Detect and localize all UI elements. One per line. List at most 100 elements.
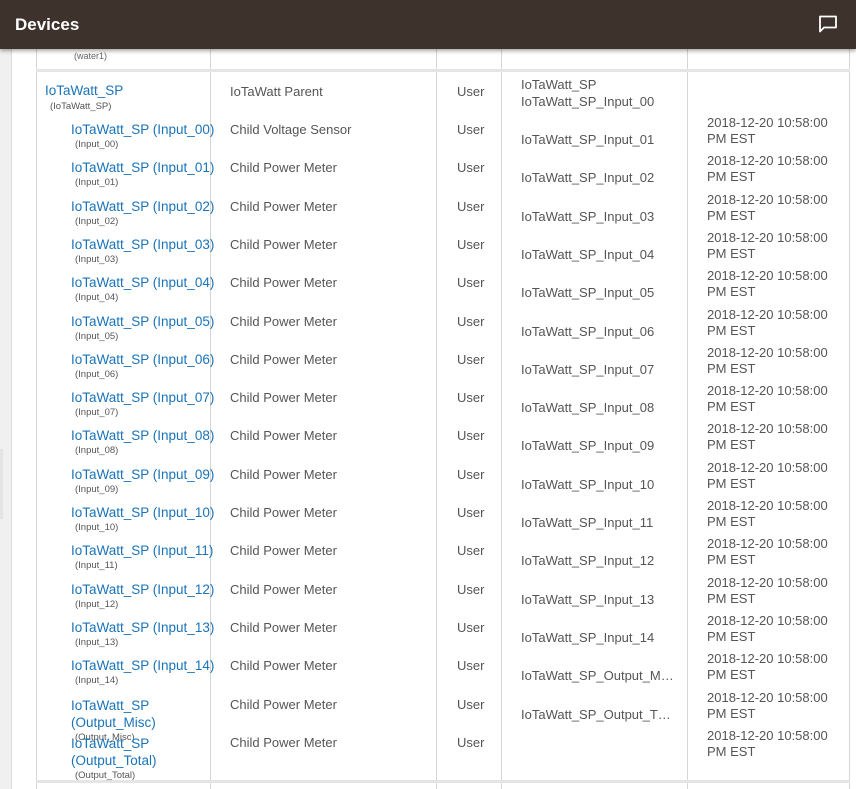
device-source: User bbox=[457, 505, 485, 520]
last-activity: 2018-12-20 10:58:00 PM EST bbox=[707, 727, 828, 759]
child-device-entry: IoTaWatt_SP_Input_11 bbox=[521, 515, 654, 530]
parent-children-label: IoTaWatt_SP bbox=[521, 77, 597, 92]
last-activity: 2018-12-20 10:58:00 PM EST bbox=[707, 115, 828, 146]
device-type: Child Power Meter bbox=[230, 160, 337, 176]
device-link[interactable]: IoTaWatt_SP (Input_01) bbox=[71, 160, 214, 175]
device-type: Child Power Meter bbox=[230, 198, 337, 214]
child-device-entry: IoTaWatt_SP_Input_14 bbox=[521, 629, 655, 645]
device-type: Child Power Meter bbox=[230, 505, 337, 520]
device-type: Child Power Meter bbox=[230, 236, 337, 252]
last-activity: 2018-12-20 10:58:00 PM EST bbox=[707, 689, 828, 721]
device-link[interactable]: IoTaWatt_SP (Input_04) bbox=[71, 275, 214, 290]
device-dni: (Input_14) bbox=[75, 675, 119, 687]
device-link[interactable]: IoTaWatt_SP bbox=[71, 698, 149, 713]
device-type: Child Power Meter bbox=[230, 275, 337, 291]
device-source: User bbox=[457, 390, 485, 406]
left-gutter bbox=[0, 49, 11, 789]
device-type: Child Power Meter bbox=[230, 390, 337, 406]
device-source: User bbox=[457, 236, 485, 252]
child-device-entry: IoTaWatt_SP_Input_07 bbox=[521, 361, 655, 377]
device-type: Child Power Meter bbox=[230, 696, 337, 712]
device-dni: (Input_01) bbox=[75, 177, 119, 189]
device-source: User bbox=[457, 122, 485, 137]
device-type: Child Power Meter bbox=[230, 466, 337, 482]
device-dni: (Input_05) bbox=[75, 330, 119, 342]
device-type: Child Power Meter bbox=[230, 351, 337, 367]
child-device-entry: IoTaWatt_SP_Input_06 bbox=[521, 323, 655, 339]
device-source: User bbox=[457, 275, 485, 291]
device-dni: (Output_Total) bbox=[75, 769, 136, 781]
device-link[interactable]: IoTaWatt_SP (Input_10) bbox=[71, 505, 214, 520]
device-link[interactable]: IoTaWatt_SP (Input_08) bbox=[71, 428, 214, 443]
device-type: Child Power Meter bbox=[230, 619, 337, 635]
device-dni: (Input_07) bbox=[75, 407, 119, 419]
device-source: User bbox=[457, 466, 485, 482]
device-dni: (Input_10) bbox=[75, 522, 119, 533]
last-activity: 2018-12-20 10:58:00 PM EST bbox=[707, 268, 828, 300]
device-source: User bbox=[457, 160, 485, 176]
app-bar: Devices bbox=[0, 0, 856, 49]
child-device-entry: IoTaWatt_SP_Output_T… bbox=[521, 706, 671, 722]
device-link[interactable]: IoTaWatt_SP (Input_12) bbox=[71, 582, 214, 597]
device-link[interactable]: IoTaWatt_SP (Input_14) bbox=[71, 658, 214, 673]
device-dni: (Input_13) bbox=[75, 636, 119, 648]
child-device-entry: IoTaWatt_SP_Input_08 bbox=[521, 400, 655, 416]
last-activity: 2018-12-20 10:58:00 PM EST bbox=[707, 153, 828, 185]
previous-row-dni: (water1) bbox=[74, 51, 108, 61]
device-type: Child Power Meter bbox=[230, 313, 337, 329]
device-source: User bbox=[457, 734, 485, 750]
device-link[interactable]: IoTaWatt_SP (Input_06) bbox=[71, 352, 214, 367]
last-activity: 2018-12-20 10:58:00 PM EST bbox=[707, 383, 828, 415]
child-device-entry: IoTaWatt_SP_Input_12 bbox=[521, 553, 655, 569]
child-device-entry: IoTaWatt_SP_Input_01 bbox=[521, 132, 655, 147]
device-source: User bbox=[457, 543, 485, 559]
device-link[interactable]: IoTaWatt_SP (Input_09) bbox=[71, 467, 214, 482]
child-device-entry: IoTaWatt_SP_Input_03 bbox=[521, 208, 655, 224]
parent-device-link[interactable]: IoTaWatt_SP bbox=[45, 83, 123, 98]
last-activity: 2018-12-20 10:58:00 PM EST bbox=[707, 536, 828, 568]
device-link[interactable]: IoTaWatt_SP bbox=[71, 736, 149, 751]
device-link[interactable]: IoTaWatt_SP (Input_03) bbox=[71, 237, 214, 252]
device-link-line2[interactable]: (Output_Total) bbox=[71, 753, 157, 768]
child-device-entry: IoTaWatt_SP_Input_05 bbox=[521, 285, 655, 301]
child-device-entry: IoTaWatt_SP_Input_09 bbox=[521, 438, 655, 454]
last-activity: 2018-12-20 10:58:00 PM EST bbox=[707, 344, 828, 376]
device-type: Child Power Meter bbox=[230, 658, 337, 674]
device-dni: (Input_06) bbox=[75, 368, 119, 380]
last-activity: 2018-12-20 10:58:00 PM EST bbox=[707, 421, 828, 453]
chat-bubble-icon[interactable] bbox=[818, 15, 838, 33]
parent-device-dni: (IoTaWatt_SP) bbox=[50, 101, 112, 112]
devices-table: (water1) IoTaWatt_SP (IoTaWatt_SP) IoTaW… bbox=[36, 49, 850, 789]
device-dni: (Input_00) bbox=[75, 139, 119, 150]
device-dni: (Input_09) bbox=[75, 483, 119, 495]
device-source: User bbox=[457, 351, 485, 367]
device-link-line2[interactable]: (Output_Misc) bbox=[71, 715, 156, 730]
device-link[interactable]: IoTaWatt_SP (Input_02) bbox=[71, 199, 214, 214]
child-device-entry: IoTaWatt_SP_Input_04 bbox=[521, 246, 655, 262]
device-link[interactable]: IoTaWatt_SP (Input_00) bbox=[71, 122, 214, 137]
device-source: User bbox=[457, 696, 485, 712]
device-dni: (Input_12) bbox=[75, 598, 119, 610]
device-link[interactable]: IoTaWatt_SP (Input_07) bbox=[71, 390, 214, 405]
child-device-entry: IoTaWatt_SP_Input_10 bbox=[521, 476, 655, 492]
device-type: Child Power Meter bbox=[230, 428, 337, 444]
device-link[interactable]: IoTaWatt_SP (Input_05) bbox=[71, 314, 214, 329]
device-source: User bbox=[457, 198, 485, 214]
device-link[interactable]: IoTaWatt_SP (Input_13) bbox=[71, 620, 214, 635]
parent-first-child: IoTaWatt_SP_Input_00 bbox=[521, 94, 655, 109]
last-activity: 2018-12-20 10:58:00 PM EST bbox=[707, 306, 828, 338]
child-device-entry: IoTaWatt_SP_Input_13 bbox=[521, 591, 655, 607]
page-title: Devices bbox=[15, 15, 80, 34]
device-dni: (Input_02) bbox=[75, 215, 119, 227]
parent-device-source: User bbox=[457, 84, 485, 99]
last-activity: 2018-12-20 10:58:00 PM EST bbox=[707, 459, 828, 491]
last-activity: 2018-12-20 10:58:00 PM EST bbox=[707, 612, 828, 644]
device-source: User bbox=[457, 658, 485, 674]
last-activity: 2018-12-20 10:58:00 PM EST bbox=[707, 229, 828, 261]
last-activity: 2018-12-20 10:58:00 PM EST bbox=[707, 651, 828, 683]
device-source: User bbox=[457, 581, 485, 597]
device-dni: (Input_11) bbox=[75, 560, 118, 572]
device-source: User bbox=[457, 313, 485, 329]
device-link[interactable]: IoTaWatt_SP (Input_11) bbox=[71, 543, 213, 558]
devices-panel: (water1) IoTaWatt_SP (IoTaWatt_SP) IoTaW… bbox=[11, 49, 856, 789]
